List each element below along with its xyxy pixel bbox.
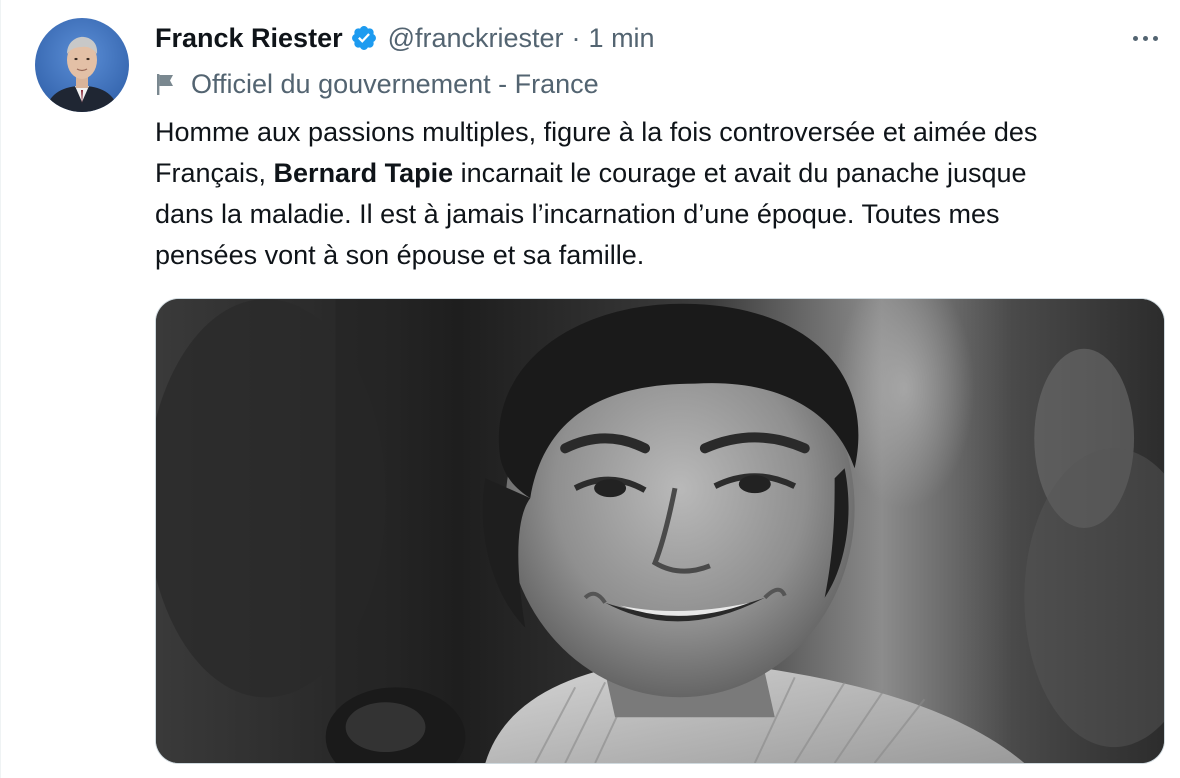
tweet-text-line-2-start: Français, [155, 158, 274, 188]
mention-bernard-tapie: Bernard Tapie [273, 158, 454, 188]
tweet-text-line-3: dans la maladie. Il est à jamais l’incar… [155, 199, 1000, 229]
author-name[interactable]: Franck Riester [155, 23, 343, 54]
government-label-text: Officiel du gouvernement - France [191, 68, 599, 99]
tweet-text-line-1: Homme aux passions multiples, figure à l… [155, 117, 1038, 147]
more-options-icon[interactable] [1125, 24, 1165, 52]
portrait-photo [156, 299, 1164, 763]
more-dot [1132, 35, 1138, 41]
tweet-text-line-4: pensées vont à son épouse et sa famille. [155, 240, 645, 270]
tweet-photo[interactable] [155, 298, 1165, 764]
separator-dot: · [571, 22, 581, 53]
tweet-text-line-2-end: incarnait le courage et avait du panache… [453, 158, 1027, 188]
tweet[interactable]: Franck Riester @franckriester · 1 min Of… [0, 0, 1180, 778]
more-dot [1152, 35, 1158, 41]
flag-icon [155, 72, 177, 96]
more-dot [1142, 35, 1148, 41]
verified-badge-icon [350, 24, 378, 52]
avatar[interactable] [35, 18, 129, 112]
government-label[interactable]: Officiel du gouvernement - France [155, 66, 599, 102]
avatar-photo [35, 18, 129, 112]
timestamp[interactable]: 1 min [589, 23, 655, 54]
author-handle[interactable]: @franckriester [388, 23, 564, 54]
tweet-text-line-2: Français, Bernard Tapie incarnait le cou… [155, 153, 1145, 194]
tweet-header: Franck Riester @franckriester · 1 min [155, 20, 655, 56]
tweet-text: Homme aux passions multiples, figure à l… [155, 112, 1145, 276]
